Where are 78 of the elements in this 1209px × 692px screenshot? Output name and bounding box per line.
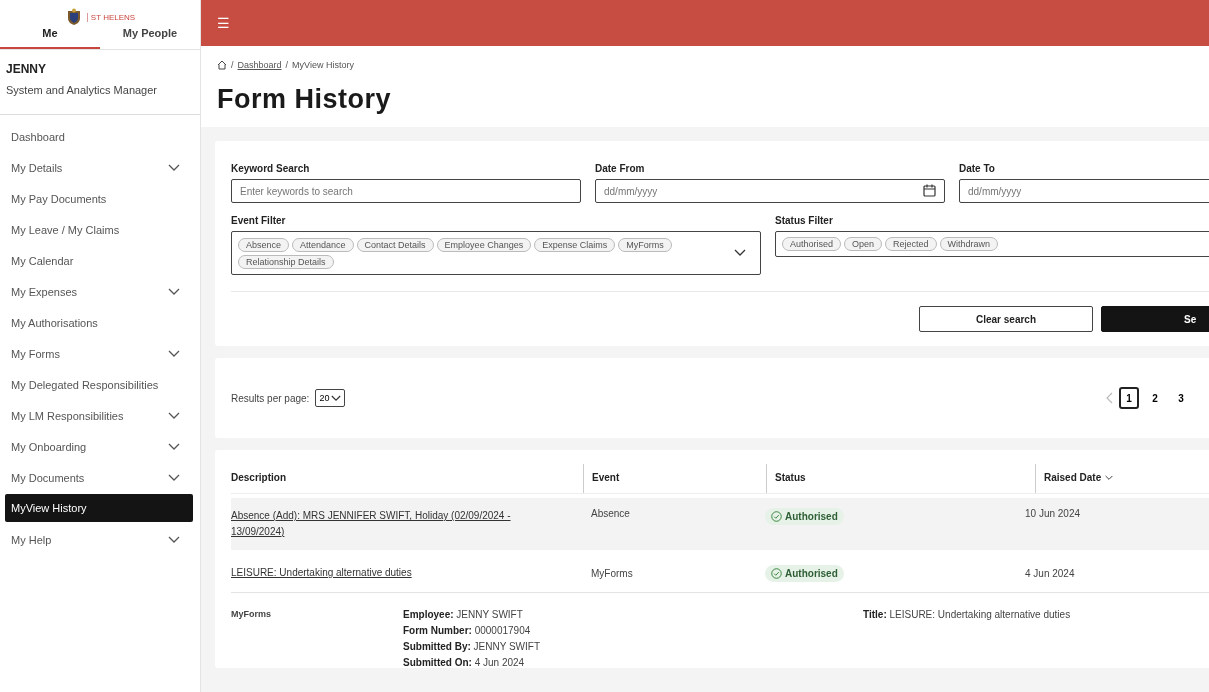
- search-button[interactable]: Se: [1101, 306, 1209, 332]
- nav-item[interactable]: My Delegated Responsibilities: [0, 369, 200, 400]
- nav-item[interactable]: MyView History: [5, 494, 193, 522]
- date-to-field[interactable]: dd/mm/yyyy: [959, 179, 1209, 203]
- column-header[interactable]: Description: [231, 464, 583, 493]
- filter-chip[interactable]: Expense Claims: [534, 237, 616, 252]
- table-row[interactable]: Absence (Add): MRS JENNIFER SWIFT, Holiday (02/09/2024 - 13/09/2024) Absence Authorised 10 Jun 2024: [231, 498, 1209, 550]
- detail-field: Submitted On: 4 Jun 2024: [403, 657, 863, 668]
- page-button[interactable]: 1: [1119, 387, 1139, 409]
- nav-item[interactable]: My LM Responsibilities: [0, 400, 200, 431]
- user-name: JENNY: [6, 62, 47, 76]
- filter-chip[interactable]: MyForms: [618, 237, 672, 252]
- field-label: Status Filter: [775, 215, 834, 226]
- filter-chip[interactable]: Rejected: [885, 237, 937, 251]
- description-link[interactable]: Absence (Add): MRS JENNIFER SWIFT, Holiday (02/09/2024 - 13/09/2024): [231, 508, 551, 540]
- logo-text: ST HELENS: [86, 12, 136, 22]
- detail-type: MyForms: [231, 609, 272, 621]
- filter-chip[interactable]: Authorised: [782, 237, 842, 251]
- calendar-icon: [923, 184, 936, 197]
- filter-chip[interactable]: Relationship Details: [238, 254, 334, 269]
- date-from-field[interactable]: dd/mm/yyyy: [595, 179, 945, 203]
- event-filter-field[interactable]: Absence Attendance Contact Details Employee Changes Expense Claims MyForms Relationship Details: [231, 231, 761, 275]
- event-cell: MyForms: [591, 567, 633, 579]
- raised-date-cell: 10 Jun 2024: [1025, 508, 1081, 519]
- column-header[interactable]: Status: [766, 464, 1035, 493]
- menu-button[interactable]: ☰: [217, 15, 230, 31]
- breadcrumb-separator: /: [285, 60, 289, 70]
- check-circle-icon: [771, 511, 782, 522]
- sidebar-tab[interactable]: Me: [0, 27, 100, 49]
- event-cell: Absence: [591, 508, 630, 519]
- clear-search-button[interactable]: Clear search: [919, 306, 1093, 332]
- raised-date-cell: 4 Jun 2024: [1025, 567, 1075, 579]
- description-link[interactable]: LEISURE: Undertaking alternative duties: [231, 565, 551, 581]
- detail-field: Title: LEISURE: Undertaking alternative duties: [863, 609, 1209, 620]
- sidebar-tab[interactable]: My People: [100, 27, 200, 49]
- filter-chip[interactable]: Employee Changes: [436, 237, 532, 252]
- keyword-search-field[interactable]: Enter keywords to search: [231, 179, 581, 203]
- status-badge: Authorised: [765, 508, 844, 525]
- field-label: Event Filter: [231, 215, 287, 226]
- page-title: Form History: [217, 84, 393, 115]
- user-role: System and Analytics Manager: [6, 84, 159, 96]
- nav-item[interactable]: My Pay Documents: [0, 183, 200, 214]
- filter-chip[interactable]: Withdrawn: [939, 237, 999, 251]
- detail-field: Form Number: 0000017904: [403, 625, 863, 636]
- home-icon: [217, 60, 227, 70]
- breadcrumb-separator: /: [231, 60, 234, 70]
- results-per-page-select[interactable]: 20: [315, 389, 346, 407]
- detail-field: Employee: JENNY SWIFT: [403, 609, 863, 620]
- nav-item[interactable]: My Forms: [0, 338, 200, 369]
- field-label: Keyword Search: [231, 163, 311, 174]
- nav-item[interactable]: My Expenses: [0, 276, 200, 307]
- nav-item[interactable]: My Calendar: [0, 245, 200, 276]
- chevron-down-icon: [734, 249, 746, 257]
- nav-item[interactable]: My Help: [0, 524, 200, 555]
- detail-field: Submitted By: JENNY SWIFT: [403, 641, 863, 652]
- filter-chip[interactable]: Contact Details: [356, 237, 434, 252]
- field-label: Date To: [959, 163, 996, 174]
- nav-item[interactable]: My Authorisations: [0, 307, 200, 338]
- nav-item[interactable]: Dashboard: [0, 121, 200, 152]
- column-header[interactable]: Raised Date: [1035, 464, 1209, 493]
- nav-item[interactable]: My Onboarding: [0, 431, 200, 462]
- chevron-down-icon: [331, 394, 342, 402]
- filter-chip[interactable]: Open: [844, 237, 883, 251]
- sort-down-icon: [1105, 474, 1114, 481]
- status-badge: Authorised: [765, 564, 844, 582]
- column-header[interactable]: Event: [583, 464, 766, 493]
- breadcrumb-current: MyView History: [292, 60, 354, 70]
- nav-item[interactable]: My Leave / My Claims: [0, 214, 200, 245]
- filter-chip[interactable]: Absence: [238, 237, 290, 252]
- filter-chip[interactable]: Attendance: [292, 237, 354, 252]
- status-filter-field[interactable]: Authorised Open Rejected Withdrawn: [775, 231, 1209, 257]
- nav-item[interactable]: My Documents: [0, 462, 200, 493]
- nav-item[interactable]: My Details: [0, 152, 200, 183]
- field-label: Date From: [595, 163, 646, 174]
- check-circle-icon: [771, 567, 782, 579]
- breadcrumb-link[interactable]: Dashboard: [237, 60, 282, 70]
- results-per-page-label: Results per page:: [231, 392, 310, 404]
- previous-page-icon[interactable]: [1106, 392, 1113, 404]
